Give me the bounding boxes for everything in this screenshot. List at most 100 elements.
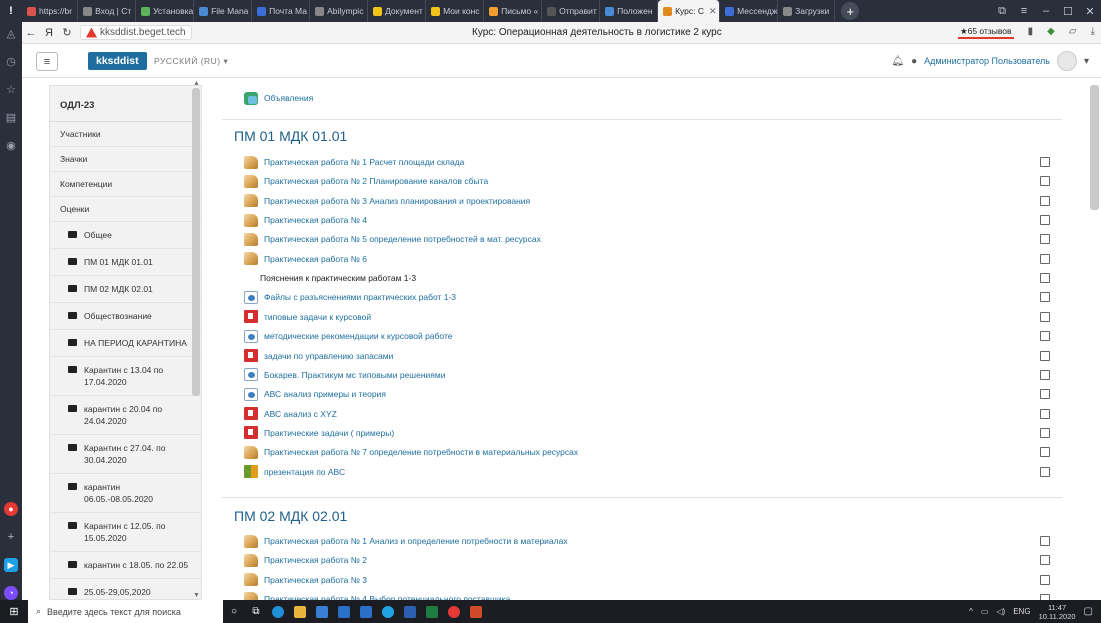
completion-checkbox[interactable] <box>1040 350 1050 361</box>
edge-app-icon[interactable] <box>267 600 289 623</box>
notification-center-icon[interactable]: ▢ <box>1084 606 1093 617</box>
activity-link[interactable]: Практическая работа № 3 <box>264 575 367 585</box>
network-icon[interactable]: ▭ <box>981 607 989 616</box>
add-service-icon[interactable]: + <box>4 530 18 544</box>
activity-row[interactable]: АВС анализ примеры и теория <box>244 385 386 403</box>
bookmark-icon[interactable]: ▮ <box>1028 26 1034 37</box>
drawer-section-3[interactable]: Обществознание <box>50 303 201 330</box>
reviews-badge[interactable]: ★65 отзывов <box>958 26 1014 39</box>
page-scrollbar[interactable] <box>1090 85 1099 210</box>
activity-link[interactable]: Практическая работа № 6 <box>264 254 367 264</box>
tray-chevron-icon[interactable]: ^ <box>969 607 973 616</box>
drawer-link-3[interactable]: Оценки <box>50 197 201 222</box>
cortana-icon[interactable]: ○ <box>223 600 245 623</box>
activity-link[interactable]: Практическая работа № 1 Расчет площади с… <box>264 157 464 167</box>
activity-link[interactable]: АВС анализ примеры и теория <box>264 389 386 399</box>
excel-app-icon[interactable] <box>421 600 443 623</box>
extension-icon[interactable]: ◆ <box>1047 26 1055 37</box>
drawer-section-6[interactable]: карантин с 20.04 по 24.04.2020 <box>50 396 201 435</box>
reading-icon[interactable]: ▱ <box>1069 26 1077 37</box>
drawer-scrollbar[interactable] <box>192 88 200 396</box>
activity-row[interactable]: Практическая работа № 3 Анализ планирова… <box>244 192 530 210</box>
drawer-link-2[interactable]: Компетенции <box>50 172 201 197</box>
activity-row[interactable]: методические рекомендации к курсовой раб… <box>244 327 452 345</box>
completion-checkbox[interactable] <box>1040 536 1050 546</box>
completion-checkbox[interactable] <box>1040 555 1050 566</box>
browser-tab-5[interactable]: Abilympic <box>310 0 369 22</box>
volume-icon[interactable]: ◁) <box>996 607 1005 616</box>
explorer-app-icon[interactable] <box>289 600 311 623</box>
drawer-section-4[interactable]: НА ПЕРИОД КАРАНТИНА <box>50 330 201 357</box>
completion-checkbox[interactable] <box>1040 195 1050 206</box>
browser-tab-0[interactable]: https://br <box>22 0 79 22</box>
completion-checkbox[interactable] <box>1040 466 1050 477</box>
activity-row[interactable]: Практическая работа № 4 <box>244 211 367 229</box>
clock[interactable]: 11:47 10.11.2020 <box>1039 603 1076 621</box>
language-menu[interactable]: РУССКИЙ (RU) ▾ <box>154 56 228 67</box>
word-app-icon[interactable] <box>399 600 421 623</box>
minimize-icon[interactable]: – <box>1035 5 1057 17</box>
messages-icon[interactable]: ● <box>911 56 917 67</box>
activity-link[interactable]: Практическая работа № 3 Анализ планирова… <box>264 196 530 206</box>
completion-checkbox[interactable] <box>1040 215 1050 226</box>
activity-row[interactable]: презентация по АВС <box>244 463 345 481</box>
activity-row[interactable]: Практические задачи ( примеры) <box>244 424 394 442</box>
activity-row[interactable]: Практическая работа № 6 <box>244 250 367 268</box>
alice-round-icon[interactable]: ◔ <box>4 586 18 600</box>
browser-tab-13[interactable]: Загрузки <box>778 0 836 22</box>
activity-link[interactable]: Файлы с разъяснениями практических работ… <box>264 292 456 302</box>
drawer-link-0[interactable]: Участники <box>50 122 201 147</box>
activity-link[interactable]: Практическая работа № 2 <box>264 555 367 565</box>
media-icon[interactable]: ▶ <box>4 558 18 572</box>
completion-checkbox[interactable] <box>1040 273 1050 284</box>
activity-row[interactable]: Практическая работа № 3 <box>244 571 367 589</box>
drawer-section-11[interactable]: 25.05-29,05,2020 <box>50 579 201 599</box>
reload-icon[interactable]: ↻ <box>58 26 76 39</box>
browser-tab-2[interactable]: Установка <box>136 0 195 22</box>
completion-checkbox[interactable] <box>1040 574 1050 585</box>
powerpoint-app-icon[interactable] <box>465 600 487 623</box>
favorites-icon[interactable]: ☆ <box>4 82 18 96</box>
drawer-section-7[interactable]: Карантин с 27.04. по 30.04.2020 <box>50 435 201 474</box>
drawer-scroll-up-icon[interactable]: ▲ <box>193 80 200 87</box>
activity-row[interactable]: Файлы с разъяснениями практических работ… <box>244 288 456 306</box>
drawer-section-5[interactable]: Карантин с 13.04 по 17.04.2020 <box>50 357 201 396</box>
avatar[interactable] <box>1056 51 1077 71</box>
bell-icon[interactable]: 🔔︎ <box>891 56 904 67</box>
back-icon[interactable]: ← <box>22 27 40 39</box>
completion-checkbox[interactable] <box>1040 389 1050 400</box>
completion-checkbox[interactable] <box>1040 292 1050 303</box>
activity-link[interactable]: Практическая работа № 5 определение потр… <box>264 234 541 244</box>
insecure-warning-icon[interactable] <box>86 27 97 38</box>
browser-tab-6[interactable]: Документ <box>368 0 427 22</box>
history-icon[interactable]: ◷ <box>4 54 18 68</box>
activity-row[interactable]: Практическая работа № 1 Анализ и определ… <box>244 532 568 550</box>
browser-tab-12[interactable]: Мессендж <box>720 0 779 22</box>
activity-row[interactable]: АВС анализ с XYZ <box>244 405 337 423</box>
completion-checkbox[interactable] <box>1040 447 1050 458</box>
activity-link[interactable]: Бокарев. Практикум мс типовыми решениями <box>264 370 445 380</box>
collections-sidebar-icon[interactable]: ▤ <box>4 110 18 124</box>
section-title-section2[interactable]: ПМ 02 МДК 02.01 <box>234 508 347 524</box>
alice-icon[interactable]: ● <box>4 502 18 516</box>
yandex-browser-app-icon[interactable] <box>443 600 465 623</box>
input-language[interactable]: ENG <box>1013 607 1030 616</box>
completion-checkbox[interactable] <box>1040 234 1050 245</box>
section-title-section1[interactable]: ПМ 01 МДК 01.01 <box>234 128 347 144</box>
browser-tab-11[interactable]: Курс: С ✕ <box>658 0 721 22</box>
drawer-course-name[interactable]: ОДЛ-23 <box>50 86 201 122</box>
activity-link[interactable]: типовые задачи к курсовой <box>264 312 371 322</box>
completion-checkbox[interactable] <box>1040 369 1050 380</box>
activity-link[interactable]: методические рекомендации к курсовой раб… <box>264 331 452 341</box>
yandex-home-icon[interactable]: Я <box>40 27 58 39</box>
browser-tab-9[interactable]: Отправит <box>542 0 601 22</box>
activity-row[interactable]: Практическая работа № 4 Выбор потенциаль… <box>244 590 510 600</box>
activity-link[interactable]: Практическая работа № 7 определение потр… <box>264 447 578 457</box>
drawer-link-1[interactable]: Значки <box>50 147 201 172</box>
mail-app-icon[interactable] <box>333 600 355 623</box>
activity-link[interactable]: задачи по управлению запасами <box>264 351 393 361</box>
completion-checkbox[interactable] <box>1040 331 1050 342</box>
close-tab-icon[interactable]: ✕ <box>709 6 717 17</box>
drawer-section-1[interactable]: ПМ 01 МДК 01.01 <box>50 249 201 276</box>
activity-row[interactable]: Практическая работа № 2 <box>244 551 367 569</box>
